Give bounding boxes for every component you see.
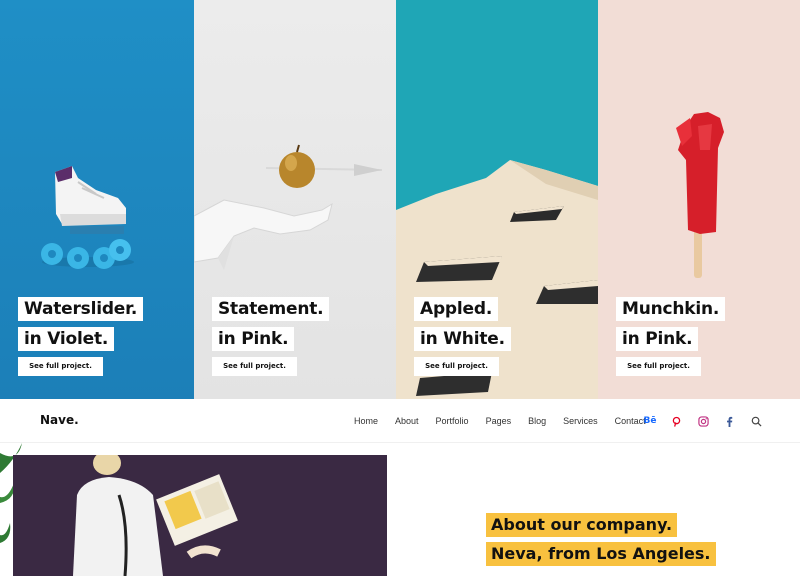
project-subtitle: in White. <box>414 327 511 351</box>
search-icon[interactable] <box>749 414 763 428</box>
about-photo <box>13 455 387 576</box>
social-links: Bē <box>643 399 776 443</box>
about-heading: About our company. Neva, from Los Angele… <box>486 513 716 566</box>
project-subtitle: in Pink. <box>212 327 295 351</box>
project-panel-munchkin[interactable]: Munchkin. in Pink. See full project. <box>598 0 800 399</box>
project-caption: Statement. in Pink. See full project. <box>212 297 330 376</box>
reading-woman-image <box>13 455 387 576</box>
nav-item-pages[interactable]: Pages <box>486 416 512 426</box>
project-caption: Munchkin. in Pink. See full project. <box>616 297 726 376</box>
nav-item-blog[interactable]: Blog <box>528 416 546 426</box>
project-title: Waterslider. <box>18 297 144 321</box>
see-full-project-button[interactable]: See full project. <box>616 357 701 376</box>
project-title: Statement. <box>212 297 330 321</box>
project-caption: Appled. in White. See full project. <box>414 297 511 376</box>
about-heading-line-2: Neva, from Los Angeles. <box>486 542 716 566</box>
instagram-icon[interactable] <box>696 414 710 428</box>
see-full-project-button[interactable]: See full project. <box>414 357 499 376</box>
project-subtitle: in Pink. <box>616 327 699 351</box>
main-menu: Home About Portfolio Pages Blog Services… <box>354 399 663 443</box>
nav-item-services[interactable]: Services <box>563 416 598 426</box>
pinterest-icon[interactable] <box>670 414 684 428</box>
brand-logo[interactable]: Nave. <box>40 413 79 427</box>
about-section: About our company. Neva, from Los Angele… <box>0 443 800 576</box>
nav-item-portfolio[interactable]: Portfolio <box>436 416 469 426</box>
nav-item-about[interactable]: About <box>395 416 419 426</box>
project-title: Munchkin. <box>616 297 726 321</box>
project-panel-statement[interactable]: Statement. in Pink. See full project. <box>194 0 396 399</box>
see-full-project-button[interactable]: See full project. <box>212 357 297 376</box>
facebook-icon[interactable] <box>723 414 737 428</box>
nav-item-home[interactable]: Home <box>354 416 378 426</box>
nav-item-contact[interactable]: Contact <box>615 416 646 426</box>
project-panel-waterslider[interactable]: Waterslider. in Violet. See full project… <box>0 0 194 399</box>
main-navbar: Nave. Home About Portfolio Pages Blog Se… <box>0 399 800 443</box>
behance-icon[interactable]: Bē <box>643 414 657 428</box>
hero-slider: Waterslider. in Violet. See full project… <box>0 0 800 399</box>
project-subtitle: in Violet. <box>18 327 115 351</box>
project-caption: Waterslider. in Violet. See full project… <box>18 297 144 376</box>
see-full-project-button[interactable]: See full project. <box>18 357 103 376</box>
project-title: Appled. <box>414 297 499 321</box>
about-heading-line-1: About our company. <box>486 513 678 537</box>
project-panel-appled[interactable]: Appled. in White. See full project. <box>396 0 598 399</box>
